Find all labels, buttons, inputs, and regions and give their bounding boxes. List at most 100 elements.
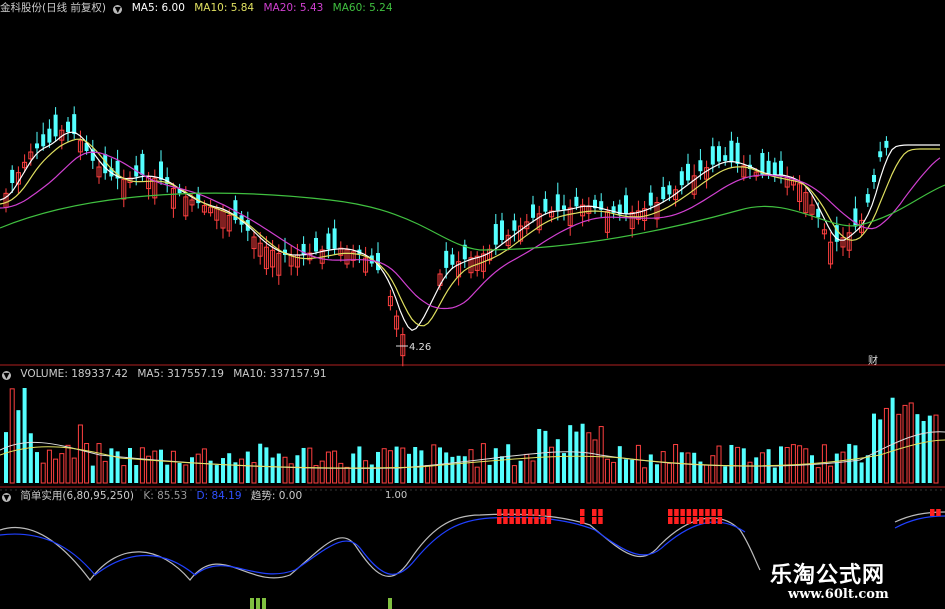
ma60-value: MA60: 5.24 [332, 2, 393, 14]
volume-bar [679, 452, 684, 483]
signal-block [674, 509, 679, 516]
volume-bar [276, 453, 281, 483]
signal-block [674, 517, 679, 524]
volume-bar [847, 443, 852, 483]
signal-block [711, 509, 716, 516]
dropdown-icon[interactable]: ▼ [2, 493, 11, 502]
volume-bar [400, 447, 406, 484]
volume-bar [71, 457, 77, 484]
candle-body [47, 128, 52, 143]
volume-bar [46, 449, 52, 484]
volume-bar [648, 454, 653, 483]
signal-block [497, 509, 502, 516]
candle-body [717, 146, 721, 162]
volume-bar [624, 459, 628, 483]
volume-bar [16, 410, 21, 483]
indicator-k: K: 85.53 [143, 490, 188, 502]
candle-body [332, 228, 337, 249]
volume-bar [301, 447, 306, 483]
volume-bar [902, 404, 908, 484]
volume-bar [779, 446, 783, 483]
signal-block [711, 517, 716, 524]
volume-bar [4, 432, 8, 483]
signal-block [705, 517, 710, 524]
volume-bar [927, 415, 932, 483]
volume-bar [723, 466, 728, 483]
event-mark[interactable]: 财 [868, 352, 878, 367]
volume-bar [369, 464, 374, 483]
volume-bar [555, 439, 560, 483]
candle-body [512, 220, 517, 231]
volume-bar [574, 431, 579, 483]
signal-block [534, 509, 539, 516]
ma5-value: MA5: 6.00 [131, 2, 185, 14]
signal-block [686, 517, 692, 524]
signal-block [546, 517, 552, 524]
stock-chart-window: 金科股份(日线 前复权) ▼ MA5: 6.00 MA10: 5.84 MA20… [0, 0, 945, 609]
candle-body [493, 224, 498, 245]
volume-bar [183, 464, 189, 484]
volume-bar [630, 459, 635, 483]
volume-bar [431, 444, 437, 484]
price-panel-header: 金科股份(日线 前复权) ▼ MA5: 6.00 MA10: 5.84 MA20… [0, 1, 399, 15]
volume-bar [692, 452, 697, 483]
volume-bar [562, 453, 566, 483]
ma60-line [0, 184, 945, 251]
signal-block [528, 517, 533, 524]
candle-body [710, 146, 715, 165]
dropdown-icon[interactable]: ▼ [113, 5, 123, 14]
volume-bar [363, 460, 369, 484]
signal-block [936, 509, 941, 516]
volume-bar [258, 443, 263, 483]
volume-bar [493, 448, 498, 483]
signal-block [930, 509, 935, 516]
indicator-ref-line: 1.00 [385, 490, 408, 501]
volume-bar [450, 456, 455, 483]
signal-block [580, 509, 585, 516]
volume-bar [828, 465, 834, 484]
volume-bar [152, 450, 158, 484]
volume-bar [480, 443, 486, 484]
candle-body [772, 162, 777, 175]
volume-bar [772, 467, 777, 483]
indicator-d-line [894, 515, 945, 529]
volume-value: VOLUME: 189337.42 [20, 368, 128, 380]
signal-marker [388, 598, 392, 609]
signal-block [515, 509, 521, 516]
signal-block [540, 517, 545, 524]
signal-block [717, 509, 723, 516]
volume-panel-header: ▼ VOLUME: 189337.42 MA5: 317557.19 MA10:… [0, 367, 333, 381]
signal-block [692, 517, 698, 524]
signal-block [540, 509, 545, 516]
candle-body [624, 195, 628, 214]
volume-bar [28, 433, 33, 483]
volume-bar [642, 467, 648, 484]
volume-bar [357, 446, 362, 483]
volume-bar [121, 465, 127, 484]
signal-block [705, 509, 710, 516]
volume-bar [90, 465, 95, 483]
volume-bar [716, 445, 722, 484]
volume-ma5: MA5: 317557.19 [137, 368, 224, 380]
volume-bar [710, 455, 716, 484]
volume-bar [915, 414, 920, 483]
volume-bar [468, 449, 474, 484]
candle-body [66, 121, 70, 132]
candle-body [723, 155, 728, 161]
volume-bar [474, 466, 480, 484]
chart-canvas[interactable] [0, 0, 945, 609]
candle-body [574, 196, 579, 207]
volume-bar [487, 464, 492, 483]
signal-block [680, 517, 685, 524]
candle-body [729, 140, 734, 163]
volume-bar [444, 452, 449, 483]
volume-bar [530, 460, 536, 484]
volume-bar [195, 453, 201, 484]
volume-bar [319, 460, 325, 484]
indicator-d-line [0, 516, 746, 576]
signal-block [509, 509, 514, 516]
dropdown-icon[interactable]: ▼ [2, 371, 11, 380]
volume-bar [102, 460, 108, 484]
volume-bar [159, 449, 163, 483]
signal-block [592, 509, 597, 516]
